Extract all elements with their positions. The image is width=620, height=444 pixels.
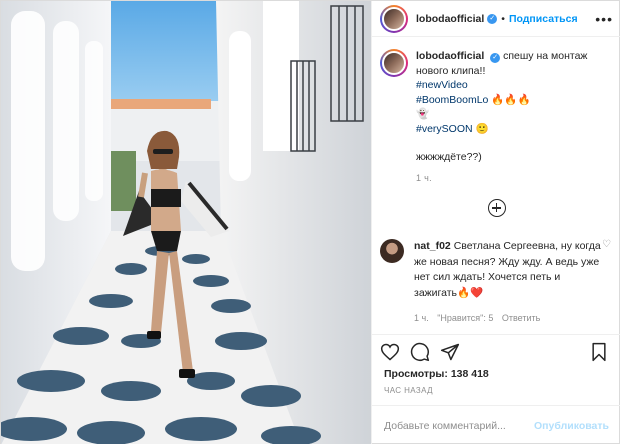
bookmark-icon[interactable] <box>589 342 609 362</box>
caption-line-wait: жжжждёте??) <box>416 151 482 163</box>
author-avatar[interactable] <box>380 4 408 33</box>
caption-timestamp[interactable]: 1 ч. <box>416 171 613 186</box>
author-username[interactable]: lobodaofficial <box>416 13 484 25</box>
comment-meta: 1 ч. "Нравится": 5 Ответить <box>414 311 604 327</box>
comment-timestamp[interactable]: 1 ч. <box>414 313 429 323</box>
action-bar <box>372 334 620 368</box>
caption-avatar[interactable] <box>380 49 408 77</box>
heart-icon[interactable] <box>380 342 400 362</box>
commenter-username[interactable]: nat_f02 <box>414 240 451 252</box>
ghost-emoji: 👻 <box>416 108 430 120</box>
hashtag-link[interactable]: #newVideo <box>416 78 613 93</box>
caption-username[interactable]: lobodaofficial <box>416 50 484 62</box>
views-label: Просмотры: <box>384 368 448 380</box>
publish-button[interactable]: Опубликовать <box>534 420 609 432</box>
comments-area: lobodaofficial ✓ спешу на монтаж нового … <box>372 37 620 334</box>
photo-illustration <box>1 1 371 444</box>
comment-icon[interactable] <box>410 342 430 362</box>
load-more-comments <box>380 199 613 217</box>
post-header: lobodaofficial ✓ • Подписаться ••• <box>372 1 620 37</box>
caption: lobodaofficial ✓ спешу на монтаж нового … <box>380 49 613 185</box>
header-separator: • <box>501 12 505 25</box>
views-value: 138 418 <box>450 368 489 380</box>
commenter-avatar[interactable] <box>380 239 404 263</box>
follow-button[interactable]: Подписаться <box>509 13 578 25</box>
comment-input[interactable] <box>384 419 535 432</box>
plus-circle-icon[interactable] <box>487 199 506 217</box>
comment-body: nat_f02 Светлана Сергеевна, ну когда же … <box>414 239 604 327</box>
more-options-icon[interactable]: ••• <box>595 11 613 27</box>
hashtag-link[interactable]: #BoomBoomLo 🔥🔥🔥 <box>416 93 613 108</box>
comment-like-heart-icon[interactable]: ♡ <box>602 239 611 250</box>
share-icon[interactable] <box>440 342 460 362</box>
reply-button[interactable]: Ответить <box>502 313 540 323</box>
hashtag-link[interactable]: #verySOON 🙂 <box>416 122 613 137</box>
post-side-panel: lobodaofficial ✓ • Подписаться ••• lobod… <box>371 1 620 444</box>
comment-item: nat_f02 Светлана Сергеевна, ну когда же … <box>380 239 613 327</box>
comment-likes[interactable]: "Нравится": 5 <box>437 313 493 323</box>
post-timestamp[interactable]: ЧАС НАЗАД <box>372 380 620 405</box>
verified-badge-icon: ✓ <box>487 13 498 24</box>
add-comment-bar: Опубликовать <box>372 405 620 444</box>
instagram-post: lobodaofficial ✓ • Подписаться ••• lobod… <box>0 0 620 444</box>
verified-badge-icon: ✓ <box>490 53 501 63</box>
view-count[interactable]: Просмотры: 138 418 <box>372 368 620 380</box>
caption-body: lobodaofficial ✓ спешу на монтаж нового … <box>416 49 613 185</box>
post-photo[interactable] <box>1 1 371 444</box>
